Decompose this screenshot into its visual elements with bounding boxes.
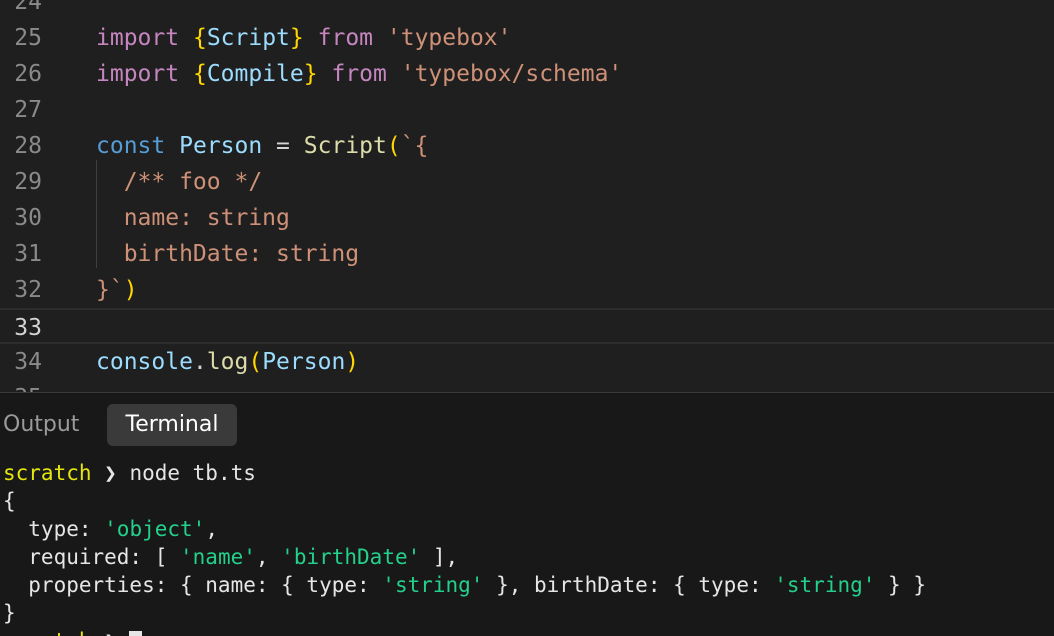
terminal-token: ❯ bbox=[92, 629, 130, 636]
code-token: `{ bbox=[400, 133, 429, 159]
line-number: 29 bbox=[14, 169, 42, 195]
line-number: 32 bbox=[14, 277, 42, 303]
terminal-token: required: [ bbox=[3, 545, 181, 569]
code-token: birthDate: string bbox=[96, 241, 360, 267]
code-token: from bbox=[331, 61, 387, 87]
terminal-token: , bbox=[205, 517, 218, 541]
terminal-prompt: scratch ❯ node tb.ts bbox=[3, 459, 256, 487]
code-token: . bbox=[192, 349, 207, 375]
code-token: from bbox=[317, 25, 374, 51]
code-token: ( bbox=[386, 133, 401, 159]
code-token: log bbox=[206, 349, 249, 375]
code-text: console.log(Person) bbox=[96, 344, 359, 380]
code-token: import bbox=[96, 61, 180, 87]
line-number: 30 bbox=[14, 205, 42, 231]
code-token: import bbox=[96, 25, 180, 51]
code-line[interactable]: 29 /** foo */ bbox=[0, 164, 1054, 200]
terminal-token: 'birthDate' bbox=[281, 545, 421, 569]
terminal-token: }, birthDate: { type: bbox=[483, 573, 775, 597]
terminal-token: properties: { name: { type: bbox=[3, 573, 383, 597]
line-number: 24 bbox=[14, 0, 42, 15]
code-token: { bbox=[192, 61, 207, 87]
terminal-token: type: bbox=[3, 517, 105, 541]
code-line[interactable]: 25 import {Script} from 'typebox' bbox=[0, 20, 1054, 56]
terminal-token: { bbox=[3, 489, 16, 513]
code-token: 'typebox/schema' bbox=[400, 61, 623, 87]
code-token: } bbox=[303, 61, 318, 87]
terminal-token: 'object' bbox=[104, 517, 206, 541]
code-line[interactable]: 27 bbox=[0, 92, 1054, 128]
code-text: import {Script} from 'typebox' bbox=[96, 20, 512, 56]
code-token: } bbox=[289, 25, 304, 51]
code-token: ) bbox=[345, 349, 360, 375]
line-number: 33 bbox=[14, 315, 42, 341]
line-number: 31 bbox=[14, 241, 42, 267]
code-token: { bbox=[192, 25, 207, 51]
line-number: 26 bbox=[14, 61, 42, 87]
terminal-prompt: scratch ❯ bbox=[3, 627, 143, 636]
code-text: name: string bbox=[96, 200, 290, 236]
code-line[interactable]: 28 const Person = Script(`{ bbox=[0, 128, 1054, 164]
code-token: /** foo */ bbox=[96, 169, 263, 195]
terminal-token: } bbox=[3, 601, 16, 625]
terminal-cursor bbox=[129, 631, 143, 636]
code-token: const bbox=[96, 133, 166, 159]
code-line[interactable]: 30 name: string bbox=[0, 200, 1054, 236]
terminal-line: required: [ 'name', 'birthDate' ], bbox=[3, 543, 458, 571]
terminal-token: scratch bbox=[3, 629, 92, 636]
terminal-line: { bbox=[3, 487, 16, 515]
code-line[interactable]: 34 console.log(Person) bbox=[0, 344, 1054, 380]
terminal-line: } bbox=[3, 599, 16, 627]
terminal-line: type: 'object', bbox=[3, 515, 218, 543]
code-token: Compile bbox=[206, 61, 304, 87]
code-token: console bbox=[96, 349, 193, 375]
code-line[interactable]: 31 birthDate: string bbox=[0, 236, 1054, 272]
terminal-token: } } bbox=[875, 573, 926, 597]
terminal-line: properties: { name: { type: 'string' }, … bbox=[3, 571, 926, 599]
code-line[interactable]: 33 bbox=[0, 308, 1054, 344]
code-token: 'typebox' bbox=[386, 25, 512, 51]
code-line[interactable]: 35 bbox=[0, 380, 1054, 392]
code-token: name: string bbox=[96, 205, 290, 231]
code-line[interactable]: 32 }`) bbox=[0, 272, 1054, 308]
code-token: Script bbox=[206, 25, 290, 51]
code-token: ( bbox=[248, 349, 263, 375]
code-line[interactable]: 26 import {Compile} from 'typebox/schema' bbox=[0, 56, 1054, 92]
tab-output[interactable]: Output bbox=[3, 404, 79, 446]
line-number: 25 bbox=[14, 25, 42, 51]
terminal-token: ❯ node tb.ts bbox=[91, 461, 256, 485]
code-text: const Person = Script(`{ bbox=[96, 128, 428, 164]
code-token: Person bbox=[262, 349, 346, 375]
line-number: 28 bbox=[14, 133, 42, 159]
code-text: /** foo */ bbox=[96, 164, 262, 200]
tab-terminal[interactable]: Terminal bbox=[107, 404, 237, 446]
code-token: }` bbox=[96, 277, 124, 303]
bottom-panel: Output Terminal scratch ❯ node tb.ts{ ty… bbox=[0, 393, 1054, 636]
terminal-token: scratch bbox=[3, 461, 92, 485]
code-text: import {Compile} from 'typebox/schema' bbox=[96, 56, 622, 92]
code-text: }`) bbox=[96, 272, 138, 308]
code-token: = bbox=[262, 133, 304, 159]
terminal-token: 'string' bbox=[382, 573, 484, 597]
code-token: Person bbox=[179, 133, 263, 159]
code-token: ) bbox=[123, 277, 138, 303]
code-editor[interactable]: 24 25 import {Script} from 'typebox' 26 impo… bbox=[0, 0, 1054, 392]
code-line[interactable]: 24 bbox=[0, 0, 1054, 20]
line-number: 34 bbox=[14, 349, 42, 375]
terminal-token: ], bbox=[420, 545, 459, 569]
terminal-token: , bbox=[255, 545, 282, 569]
terminal-token: 'string' bbox=[774, 573, 876, 597]
code-token: Script bbox=[303, 133, 387, 159]
line-number: 27 bbox=[14, 97, 42, 123]
terminal-token: 'name' bbox=[180, 545, 256, 569]
code-text: birthDate: string bbox=[96, 236, 359, 272]
line-number: 35 bbox=[0, 380, 42, 392]
